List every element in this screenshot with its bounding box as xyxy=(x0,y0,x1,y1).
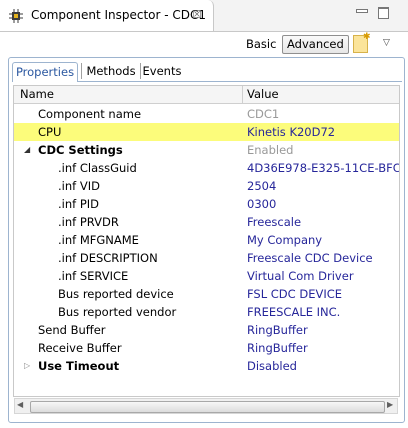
property-value[interactable]: FREESCALE INC. xyxy=(247,303,340,321)
table-row[interactable]: ◢ CDC Settings Enabled xyxy=(14,141,399,159)
maximize-icon[interactable] xyxy=(378,7,389,19)
tab-separator xyxy=(81,63,82,79)
advanced-button[interactable]: Advanced xyxy=(282,35,349,54)
property-name: .inf DESCRIPTION xyxy=(58,251,158,265)
scrollbar-thumb[interactable] xyxy=(30,401,385,413)
property-value[interactable]: 2504 xyxy=(247,177,276,195)
table-row[interactable]: .inf MFGNAME My Company xyxy=(14,231,399,249)
close-icon[interactable]: ☒ xyxy=(192,8,202,21)
property-name: .inf MFGNAME xyxy=(58,233,139,247)
tab-strip-border xyxy=(77,81,402,82)
property-value[interactable]: 0300 xyxy=(247,195,276,213)
property-value[interactable]: Disabled xyxy=(247,357,297,375)
property-value[interactable]: Virtual Com Driver xyxy=(247,267,354,285)
collapse-icon[interactable]: ◢ xyxy=(24,141,30,159)
scroll-left-icon[interactable]: ◀ xyxy=(17,400,23,409)
property-name: Bus reported device xyxy=(58,287,174,301)
table-row[interactable]: .inf SERVICE Virtual Com Driver xyxy=(14,267,399,285)
property-value[interactable]: Enabled xyxy=(247,141,293,159)
tab-properties[interactable]: Properties xyxy=(12,62,78,82)
property-value[interactable]: RingBuffer xyxy=(247,321,308,339)
expand-icon[interactable]: ▷ xyxy=(24,357,30,375)
table-row[interactable]: ▷ Use Timeout Disabled xyxy=(14,357,399,375)
table-row[interactable]: .inf PID 0300 xyxy=(14,195,399,213)
horizontal-scrollbar[interactable]: ◀ ▶ xyxy=(14,398,398,414)
table-row[interactable]: .inf PRVDR Freescale xyxy=(14,213,399,231)
property-value[interactable]: Kinetis K20D72 xyxy=(247,123,335,141)
star-icon: ✱ xyxy=(363,32,371,42)
property-name: .inf SERVICE xyxy=(58,269,129,283)
scroll-right-icon[interactable]: ▶ xyxy=(387,400,393,409)
tab-events[interactable]: Events xyxy=(141,62,183,81)
property-name: .inf ClassGuid xyxy=(58,161,137,175)
property-name: .inf VID xyxy=(58,179,100,193)
property-name: Bus reported vendor xyxy=(58,305,177,319)
table-row[interactable]: .inf DESCRIPTION Freescale CDC Device xyxy=(14,249,399,267)
table-header: Name Value xyxy=(14,86,399,104)
property-name: .inf PID xyxy=(58,197,100,211)
property-name: CDC Settings xyxy=(38,143,123,157)
property-name: Send Buffer xyxy=(38,323,106,337)
table-row[interactable]: Send Buffer RingBuffer xyxy=(14,321,399,339)
property-value[interactable]: 4D36E978-E325-11CE-BFC1 xyxy=(247,159,399,177)
column-header-name[interactable]: Name xyxy=(20,87,54,101)
component-chip-icon xyxy=(9,9,23,23)
title-divider xyxy=(0,31,408,32)
minimize-icon[interactable] xyxy=(356,9,368,13)
properties-table: Name Value Component name CDC1 CPU Kinetis … xyxy=(13,85,400,397)
property-value[interactable]: My Company xyxy=(247,231,322,249)
property-name: Component name xyxy=(38,107,142,121)
property-name: Receive Buffer xyxy=(38,341,122,355)
table-row[interactable]: .inf VID 2504 xyxy=(14,177,399,195)
view-title: Component Inspector - CDC1 xyxy=(31,8,207,22)
table-row[interactable]: .inf ClassGuid 4D36E978-E325-11CE-BFC1 xyxy=(14,159,399,177)
table-row[interactable]: Bus reported device FSL CDC DEVICE xyxy=(14,285,399,303)
column-header-value[interactable]: Value xyxy=(247,87,279,101)
table-row[interactable]: Bus reported vendor FREESCALE INC. xyxy=(14,303,399,321)
property-name: .inf PRVDR xyxy=(58,215,119,229)
property-value[interactable]: FSL CDC DEVICE xyxy=(247,285,342,303)
basic-button[interactable]: Basic xyxy=(246,37,276,51)
notes-icon[interactable]: ✱ xyxy=(353,32,371,53)
view-tab[interactable]: Component Inspector - CDC1 ☒ xyxy=(0,0,214,31)
table-row[interactable]: Component name CDC1 xyxy=(14,105,399,123)
property-value[interactable]: Freescale CDC Device xyxy=(247,249,373,267)
property-name: CPU xyxy=(38,125,62,139)
property-value[interactable]: Freescale xyxy=(247,213,301,231)
table-row[interactable]: CPU Kinetis K20D72 xyxy=(14,123,399,141)
tab-methods[interactable]: Methods xyxy=(83,62,139,81)
property-name: Use Timeout xyxy=(38,359,120,373)
property-value[interactable]: RingBuffer xyxy=(247,339,308,357)
property-value[interactable]: CDC1 xyxy=(247,105,279,123)
table-row[interactable]: Receive Buffer RingBuffer xyxy=(14,339,399,357)
column-divider[interactable] xyxy=(242,86,243,103)
chevron-down-icon[interactable]: ▽ xyxy=(383,38,390,48)
